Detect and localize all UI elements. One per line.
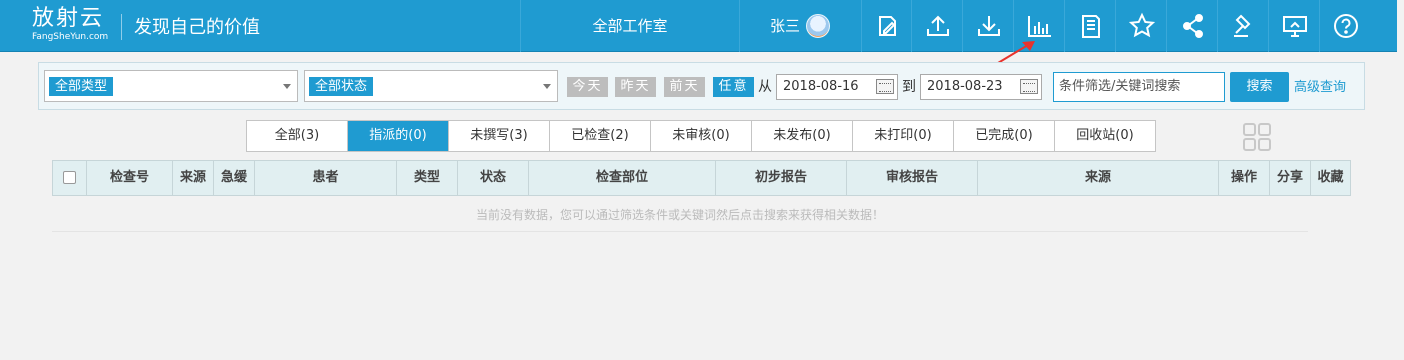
- tab-unreviewed[interactable]: 未审核(0): [651, 121, 752, 151]
- col-patient[interactable]: 患者: [255, 161, 397, 195]
- book-button[interactable]: [1066, 0, 1116, 52]
- edit-icon: [878, 16, 896, 36]
- type-select-value: 全部类型: [49, 77, 114, 96]
- col-share[interactable]: 分享: [1270, 161, 1311, 195]
- tab-completed[interactable]: 已完成(0): [954, 121, 1055, 151]
- select-all-checkbox[interactable]: [63, 171, 76, 184]
- tab-unwritten[interactable]: 未撰写(3): [449, 121, 550, 151]
- col-origin[interactable]: 来源: [978, 161, 1219, 195]
- logo[interactable]: 放射云 FangSheYun.com: [32, 6, 108, 46]
- grid-view-icon[interactable]: [1242, 122, 1272, 152]
- col-actions[interactable]: 操作: [1219, 161, 1270, 195]
- slogan: 发现自己的价值: [134, 17, 260, 38]
- col-exam-part[interactable]: 检查部位: [529, 161, 716, 195]
- star-icon: [1128, 12, 1155, 38]
- col-preliminary-report[interactable]: 初步报告: [716, 161, 847, 195]
- any-day-button[interactable]: 任意: [713, 77, 754, 97]
- top-header: 放射云 FangSheYun.com 发现自己的价值 全部工作室 张三: [0, 0, 1397, 52]
- logo-text: 放射云: [32, 6, 105, 31]
- from-date-input[interactable]: 2018-08-16: [776, 74, 898, 100]
- tab-assigned[interactable]: 指派的(0): [348, 121, 449, 151]
- col-urgency[interactable]: 急缓: [214, 161, 255, 195]
- avatar[interactable]: [806, 14, 830, 38]
- empty-table-message: 当前没有数据，您可以通过筛选条件或关键词然后点击搜索来获得相关数据！: [52, 204, 1308, 232]
- yesterday-button[interactable]: 昨天: [615, 77, 656, 97]
- col-exam-no[interactable]: 检查号: [87, 161, 173, 195]
- col-source[interactable]: 来源: [173, 161, 214, 195]
- col-type[interactable]: 类型: [397, 161, 458, 195]
- help-icon: [1334, 14, 1358, 38]
- user-name: 张三: [770, 17, 801, 35]
- from-label: 从: [758, 79, 772, 95]
- tab-recycle-bin[interactable]: 回收站(0): [1055, 121, 1155, 151]
- logo-divider: [121, 14, 122, 40]
- help-button[interactable]: [1321, 0, 1371, 52]
- col-favorite[interactable]: 收藏: [1311, 161, 1350, 195]
- user-menu[interactable]: 张三: [740, 0, 862, 52]
- share-icon: [1182, 14, 1203, 38]
- judge-button[interactable]: [1219, 0, 1269, 52]
- select-all-cell: [53, 161, 87, 195]
- chevron-down-icon: [543, 84, 551, 89]
- status-select[interactable]: 全部状态: [304, 70, 558, 102]
- chevron-down-icon: [283, 84, 291, 89]
- to-label: 到: [902, 79, 916, 95]
- from-date-value: 2018-08-16: [783, 79, 859, 94]
- status-select-value: 全部状态: [309, 77, 374, 96]
- logo-subtext: FangSheYun.com: [32, 32, 109, 42]
- day-before-button[interactable]: 前天: [664, 77, 705, 97]
- share-button[interactable]: [1168, 0, 1218, 52]
- upload-icon: [926, 15, 949, 36]
- calendar-icon[interactable]: [876, 79, 894, 94]
- col-status[interactable]: 状态: [458, 161, 529, 195]
- col-review-report[interactable]: 审核报告: [847, 161, 978, 195]
- to-date-value: 2018-08-23: [927, 79, 1003, 94]
- display-button[interactable]: [1270, 0, 1320, 52]
- edit-button[interactable]: [862, 0, 912, 52]
- workroom-selector[interactable]: 全部工作室: [520, 0, 740, 52]
- advanced-search-link[interactable]: 高级查询: [1294, 78, 1346, 98]
- tab-all[interactable]: 全部(3): [247, 121, 348, 151]
- to-date-input[interactable]: 2018-08-23: [920, 74, 1042, 100]
- calendar-icon[interactable]: [1020, 79, 1038, 94]
- search-button[interactable]: 搜索: [1230, 72, 1289, 102]
- gavel-icon: [1233, 14, 1250, 37]
- upload-button[interactable]: [913, 0, 963, 52]
- tab-unpublished[interactable]: 未发布(0): [752, 121, 853, 151]
- type-select[interactable]: 全部类型: [44, 70, 298, 102]
- monitor-icon: [1282, 16, 1307, 37]
- search-input[interactable]: 条件筛选/关键词搜索: [1053, 72, 1225, 102]
- table-header: 检查号 来源 急缓 患者 类型 状态 检查部位 初步报告 审核报告 来源 操作 …: [52, 160, 1351, 196]
- tab-checked[interactable]: 已检查(2): [550, 121, 651, 151]
- tab-unprinted[interactable]: 未打印(0): [853, 121, 954, 151]
- favorite-button[interactable]: [1117, 0, 1167, 52]
- today-button[interactable]: 今天: [567, 77, 608, 97]
- book-icon: [1081, 15, 1100, 38]
- status-tabs: 全部(3) 指派的(0) 未撰写(3) 已检查(2) 未审核(0) 未发布(0)…: [246, 120, 1156, 152]
